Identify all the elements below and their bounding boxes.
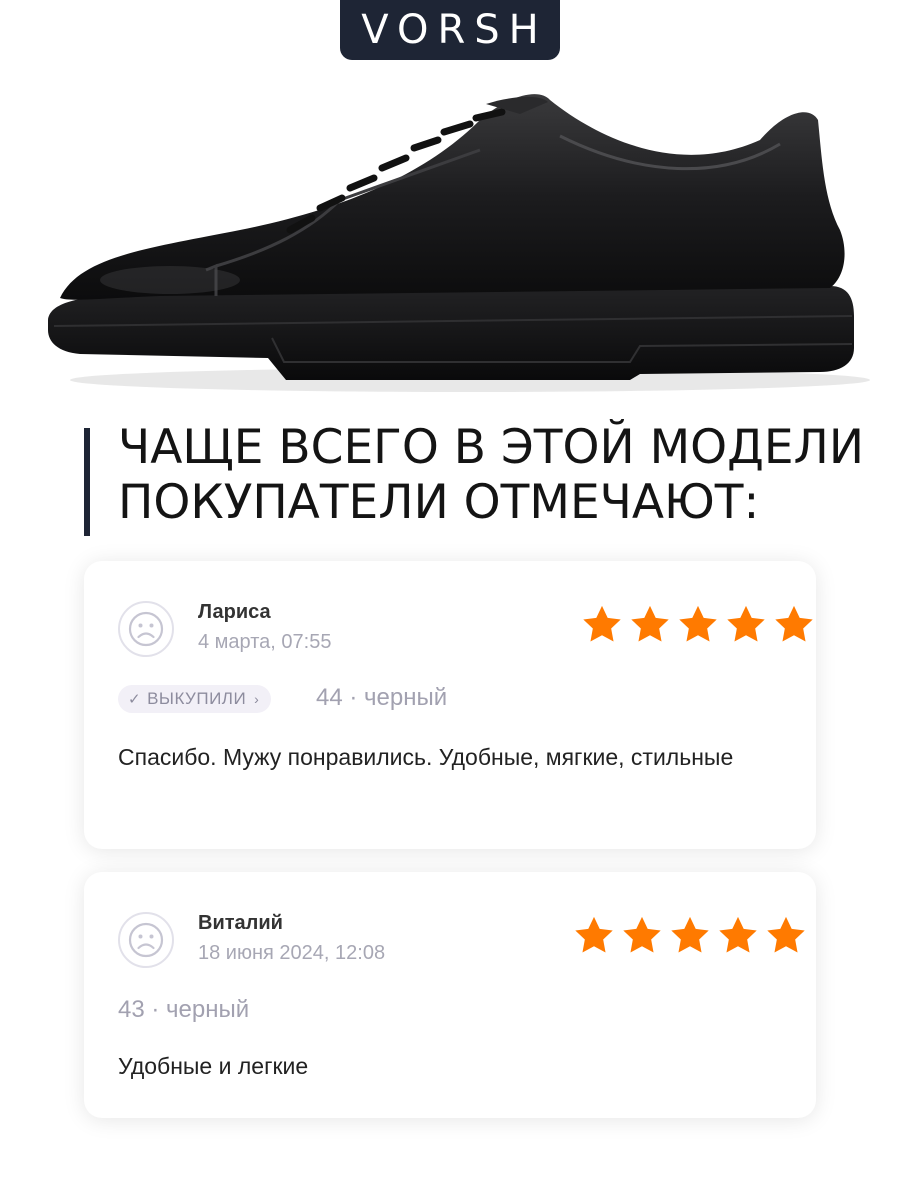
check-icon: ✓ — [128, 691, 142, 708]
review-text: Удобные и легкие — [118, 1053, 309, 1079]
review-card: Лариса 4 марта, 07:55 ✓ ВЫКУПИЛИ › 44 · … — [84, 561, 816, 849]
star-icon — [623, 916, 661, 953]
star-icon — [671, 916, 709, 953]
purchased-badge[interactable]: ✓ ВЫКУПИЛИ › — [118, 685, 272, 713]
sad-face-icon — [118, 912, 174, 968]
shoe-image — [48, 94, 870, 392]
review-date: 4 марта, 07:55 — [198, 631, 332, 653]
rating-stars — [580, 603, 816, 647]
product-variant: 43 · черный — [118, 996, 250, 1023]
purchased-badge-label: ВЫКУПИЛИ — [147, 689, 247, 708]
chevron-right-icon: › — [254, 691, 260, 707]
reviewer-name: Виталий — [198, 912, 283, 934]
review-text: Спасибо. Мужу понравились. Удобные, мягк… — [118, 744, 734, 770]
review-card: Виталий 18 июня 2024, 12:08 43 · черный … — [84, 872, 816, 1118]
headline-line-2: ПОКУПАТЕЛИ ОТМЕЧАЮТ: — [118, 475, 760, 530]
brand-logo: VORSH — [340, 0, 560, 60]
product-variant: 44 · черный — [316, 684, 448, 711]
headline-accent-bar — [84, 428, 90, 536]
star-icon — [719, 916, 757, 953]
star-icon — [767, 916, 805, 953]
star-icon — [727, 605, 765, 642]
sad-face-icon — [118, 601, 174, 657]
star-icon — [583, 605, 621, 642]
headline: ЧАЩЕ ВСЕГО В ЭТОЙ МОДЕЛИ ПОКУПАТЕЛИ ОТМЕ… — [118, 420, 878, 530]
star-icon — [679, 605, 717, 642]
star-icon — [631, 605, 669, 642]
reviewer-name: Лариса — [198, 601, 271, 623]
rating-stars — [572, 914, 808, 958]
headline-line-1: ЧАЩЕ ВСЕГО В ЭТОЙ МОДЕЛИ — [118, 420, 865, 475]
star-icon — [575, 916, 613, 953]
star-icon — [775, 605, 813, 642]
review-date: 18 июня 2024, 12:08 — [198, 942, 386, 964]
brand-name: VORSH — [361, 7, 548, 53]
